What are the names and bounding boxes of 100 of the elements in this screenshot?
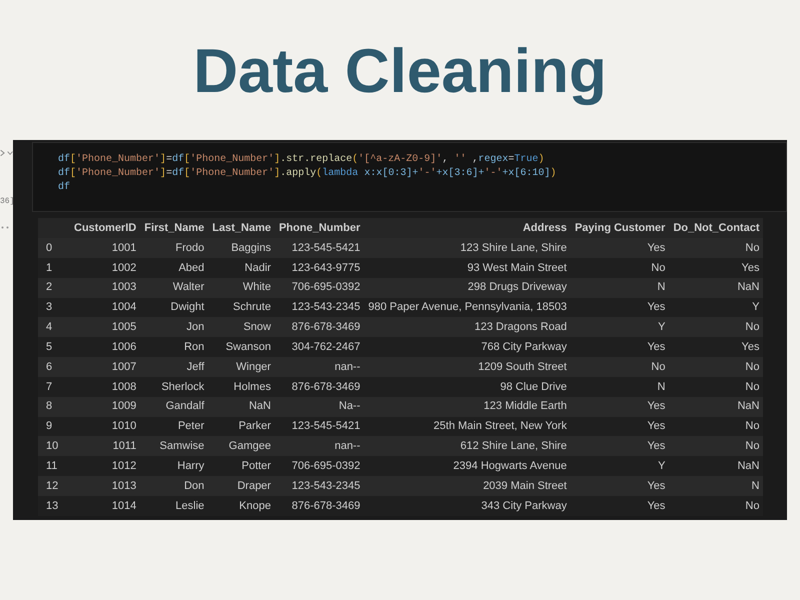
table-cell: Yes bbox=[570, 476, 670, 496]
table-cell: No bbox=[669, 496, 764, 516]
table-cell: 876-678-3469 bbox=[274, 496, 364, 516]
table-cell: Frodo bbox=[140, 238, 208, 258]
column-header: Last_Name bbox=[208, 218, 275, 238]
code-line: df['Phone_Number']=df['Phone_Number'].apply(lambda x:x[0:3]+'-'+x[3:6]+'-'+x[6:10]) bbox=[58, 167, 556, 181]
table-cell: Jon bbox=[140, 317, 208, 338]
table-cell: Yes bbox=[570, 396, 670, 417]
table-cell: Jeff bbox=[140, 357, 208, 377]
table-cell: Nadir bbox=[208, 258, 275, 278]
row-index: 2 bbox=[38, 278, 70, 298]
table-cell: 1209 South Street bbox=[364, 357, 571, 377]
column-header: CustomerID bbox=[70, 218, 140, 238]
table-cell: 706-695-0392 bbox=[274, 278, 364, 298]
table-cell: 1013 bbox=[70, 476, 140, 496]
table-cell: White bbox=[208, 278, 275, 298]
table-cell: No bbox=[669, 376, 764, 397]
table-cell: 2039 Main Street bbox=[364, 476, 571, 496]
table-cell: Leslie bbox=[140, 496, 208, 516]
table-cell: 304-762-2467 bbox=[274, 337, 364, 358]
table-cell: Yes bbox=[570, 337, 670, 358]
table-cell: 1003 bbox=[70, 278, 140, 298]
table-cell: 1007 bbox=[70, 357, 140, 377]
table-cell: Dwight bbox=[140, 298, 208, 318]
table-cell: Y bbox=[669, 298, 764, 318]
chevron-down-icon[interactable] bbox=[6, 150, 13, 156]
row-index: 1 bbox=[38, 258, 70, 278]
column-header: First_Name bbox=[140, 218, 208, 238]
row-index: 9 bbox=[38, 416, 70, 436]
table-cell: 1010 bbox=[70, 416, 140, 436]
column-header: Address bbox=[364, 218, 571, 238]
table-cell: 768 City Parkway bbox=[364, 337, 571, 358]
table-cell: N bbox=[669, 476, 764, 496]
code-line: df bbox=[58, 181, 70, 195]
table-cell: 93 West Main Street bbox=[364, 258, 571, 278]
table-cell: Walter bbox=[140, 278, 208, 298]
table-cell: Yes bbox=[570, 436, 670, 456]
table-cell: 706-695-0392 bbox=[274, 456, 364, 476]
table-cell: 1006 bbox=[70, 337, 140, 358]
table-cell: Potter bbox=[208, 456, 275, 476]
table-cell: Knope bbox=[208, 496, 275, 516]
table-cell: nan-- bbox=[274, 436, 364, 456]
table-cell: Don bbox=[140, 476, 208, 496]
table-cell: 123 Shire Lane, Shire bbox=[364, 238, 571, 258]
table-cell: 123 Middle Earth bbox=[364, 396, 571, 417]
row-index: 13 bbox=[38, 496, 70, 516]
row-index: 8 bbox=[38, 396, 70, 417]
table-cell: 1009 bbox=[70, 396, 140, 417]
table-cell: Gandalf bbox=[140, 396, 208, 417]
table-cell: 98 Clue Drive bbox=[364, 376, 571, 397]
row-index: 4 bbox=[38, 317, 70, 338]
table-cell: Sherlock bbox=[140, 376, 208, 397]
table-cell: 2394 Hogwarts Avenue bbox=[364, 456, 571, 476]
cell-prompt: 36] bbox=[0, 196, 14, 208]
table-cell: 123-543-2345 bbox=[274, 298, 364, 318]
table-cell: Abed bbox=[140, 258, 208, 278]
table-cell: Swanson bbox=[208, 337, 275, 358]
table-cell: 612 Shire Lane, Shire bbox=[364, 436, 571, 456]
table-cell: Yes bbox=[570, 298, 670, 318]
row-index: 0 bbox=[38, 238, 70, 258]
table-cell: Yes bbox=[570, 496, 670, 516]
table-cell: 1014 bbox=[70, 496, 140, 516]
table-cell: 1005 bbox=[70, 317, 140, 338]
table-cell: Baggins bbox=[208, 238, 275, 258]
table-cell: 1008 bbox=[70, 376, 140, 397]
table-cell: Schrute bbox=[208, 298, 275, 318]
table-cell: Ron bbox=[140, 337, 208, 358]
ellipsis-icon[interactable] bbox=[1, 226, 9, 229]
row-index: 10 bbox=[38, 436, 70, 456]
row-index: 6 bbox=[38, 357, 70, 377]
table-cell: No bbox=[570, 357, 670, 377]
table-cell: 25th Main Street, New York bbox=[364, 416, 571, 436]
table-cell: Samwise bbox=[140, 436, 208, 456]
row-index: 11 bbox=[38, 456, 70, 476]
table-cell: Draper bbox=[208, 476, 275, 496]
code-line: df['Phone_Number']=df['Phone_Number'].str.replace('[^a-zA-Z0-9]', '' ,regex=True) bbox=[58, 153, 544, 167]
table-cell: 876-678-3469 bbox=[274, 376, 364, 397]
table-cell: 123-545-5421 bbox=[274, 238, 364, 258]
table-cell: Parker bbox=[208, 416, 275, 436]
table-cell: 123-643-9775 bbox=[274, 258, 364, 278]
chevron-right-icon[interactable] bbox=[0, 148, 5, 158]
table-cell: 123-543-2345 bbox=[274, 476, 364, 496]
row-index: 5 bbox=[38, 337, 70, 358]
table-cell: nan-- bbox=[274, 357, 364, 377]
table-cell: No bbox=[669, 357, 764, 377]
table-cell: Peter bbox=[140, 416, 208, 436]
table-cell: Holmes bbox=[208, 376, 275, 397]
table-cell: 343 City Parkway bbox=[364, 496, 571, 516]
table-cell: Yes bbox=[570, 238, 670, 258]
row-index: 7 bbox=[38, 376, 70, 397]
column-header: Paying Customer bbox=[570, 218, 670, 238]
table-cell: NaN bbox=[669, 396, 764, 417]
table-cell: 1001 bbox=[70, 238, 140, 258]
table-cell: No bbox=[669, 416, 764, 436]
table-cell: No bbox=[570, 258, 670, 278]
table-cell: 1002 bbox=[70, 258, 140, 278]
table-cell: Snow bbox=[208, 317, 275, 338]
row-index: 12 bbox=[38, 476, 70, 496]
table-cell: No bbox=[669, 317, 764, 338]
table-cell: No bbox=[669, 238, 764, 258]
